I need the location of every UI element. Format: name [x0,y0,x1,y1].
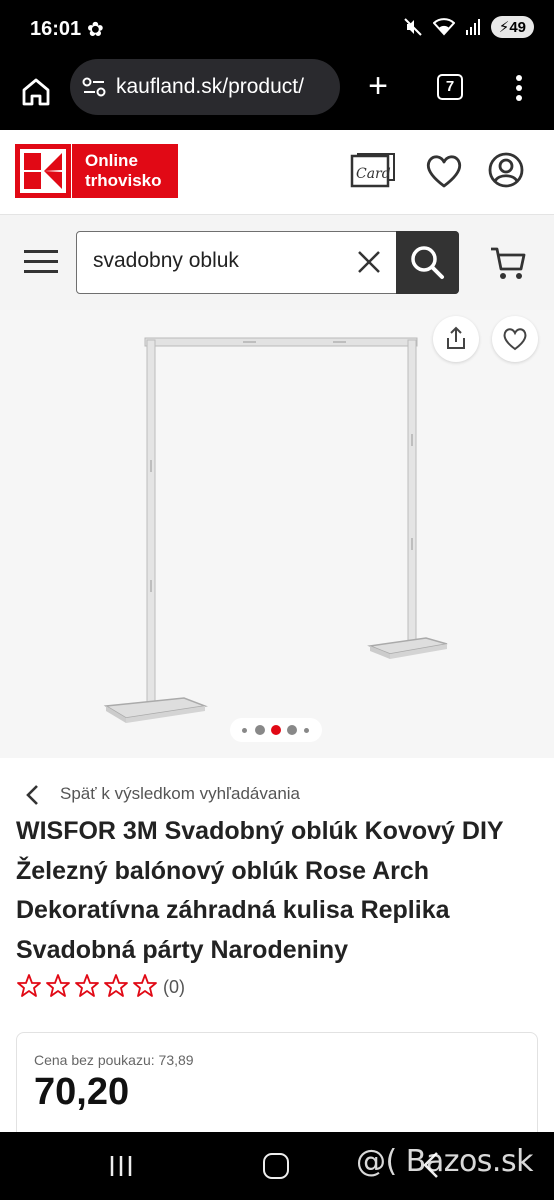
pagination-dot-active[interactable] [271,725,281,735]
signal-icon [465,19,480,35]
site-header: Online trhovisko Card [0,130,554,214]
price-without-coupon: Cena bez poukazu: 73,89 [34,1052,194,1068]
kaufland-logo-icon [20,149,66,193]
share-button[interactable] [433,316,479,362]
search-input[interactable] [93,249,343,273]
pagination-dot[interactable] [287,725,297,735]
cart-icon[interactable] [488,243,528,283]
status-bar: 16:01 ✿ ⚡49 [0,0,554,58]
loyalty-card-icon[interactable]: Card [348,152,398,192]
tab-switcher-button[interactable]: 7 [437,74,463,100]
new-tab-button[interactable]: + [360,66,396,106]
current-price: 70,20 [34,1071,130,1113]
flower-icon: ✿ [87,19,104,41]
rating-stars[interactable] [16,973,158,999]
chevron-left-icon [26,785,38,805]
account-icon[interactable] [486,150,526,190]
site-settings-icon[interactable] [82,76,106,98]
review-count[interactable]: (0) [163,977,185,998]
star-icon [133,974,157,997]
recent-apps-icon[interactable] [108,1154,134,1178]
star-icon [75,974,99,997]
share-icon [447,326,465,349]
heart-icon [503,328,527,351]
kaufland-logo[interactable] [15,144,71,198]
mute-icon [404,18,422,36]
url-text: kaufland.sk/product/ [116,75,304,98]
product-title: WISFOR 3M Svadobný oblúk Kovový DIY Žele… [16,817,504,964]
search-button[interactable] [396,230,459,294]
logo-text[interactable]: Online trhovisko [72,144,178,198]
star-icon [104,974,128,997]
pagination-dot[interactable] [242,728,247,733]
search-box [76,230,459,294]
more-menu-icon[interactable] [504,70,534,106]
product-image-gallery[interactable] [0,310,554,758]
pagination-dot[interactable] [304,728,309,733]
favorite-button[interactable] [492,316,538,362]
svg-text:Card: Card [356,166,391,182]
star-icon [46,974,70,997]
wifi-icon [432,18,455,36]
clear-search-icon[interactable] [355,248,383,276]
pagination-dot[interactable] [255,725,265,735]
back-link-label: Späť k výsledkom vyhľadávania [60,784,301,803]
image-pagination [230,718,322,742]
status-time: 16:01 [30,18,82,40]
home-icon[interactable] [16,72,56,112]
search-row [0,214,554,310]
wishlist-icon[interactable] [424,152,464,190]
watermark-text: @( Bazos.sk [356,1144,533,1179]
product-photo-arch [103,337,448,723]
address-bar[interactable]: kaufland.sk/product/ [70,59,340,115]
battery-level: 49 [509,19,526,36]
star-icon [17,974,41,997]
menu-icon[interactable] [24,249,60,275]
browser-toolbar: kaufland.sk/product/ + 7 [0,58,554,130]
search-icon [411,245,444,279]
back-to-results-link[interactable]: Späť k výsledkom vyhľadávania [0,778,554,812]
status-icons: ⚡49 [403,16,534,38]
battery-indicator: ⚡49 [490,16,534,38]
home-button[interactable] [263,1153,289,1179]
